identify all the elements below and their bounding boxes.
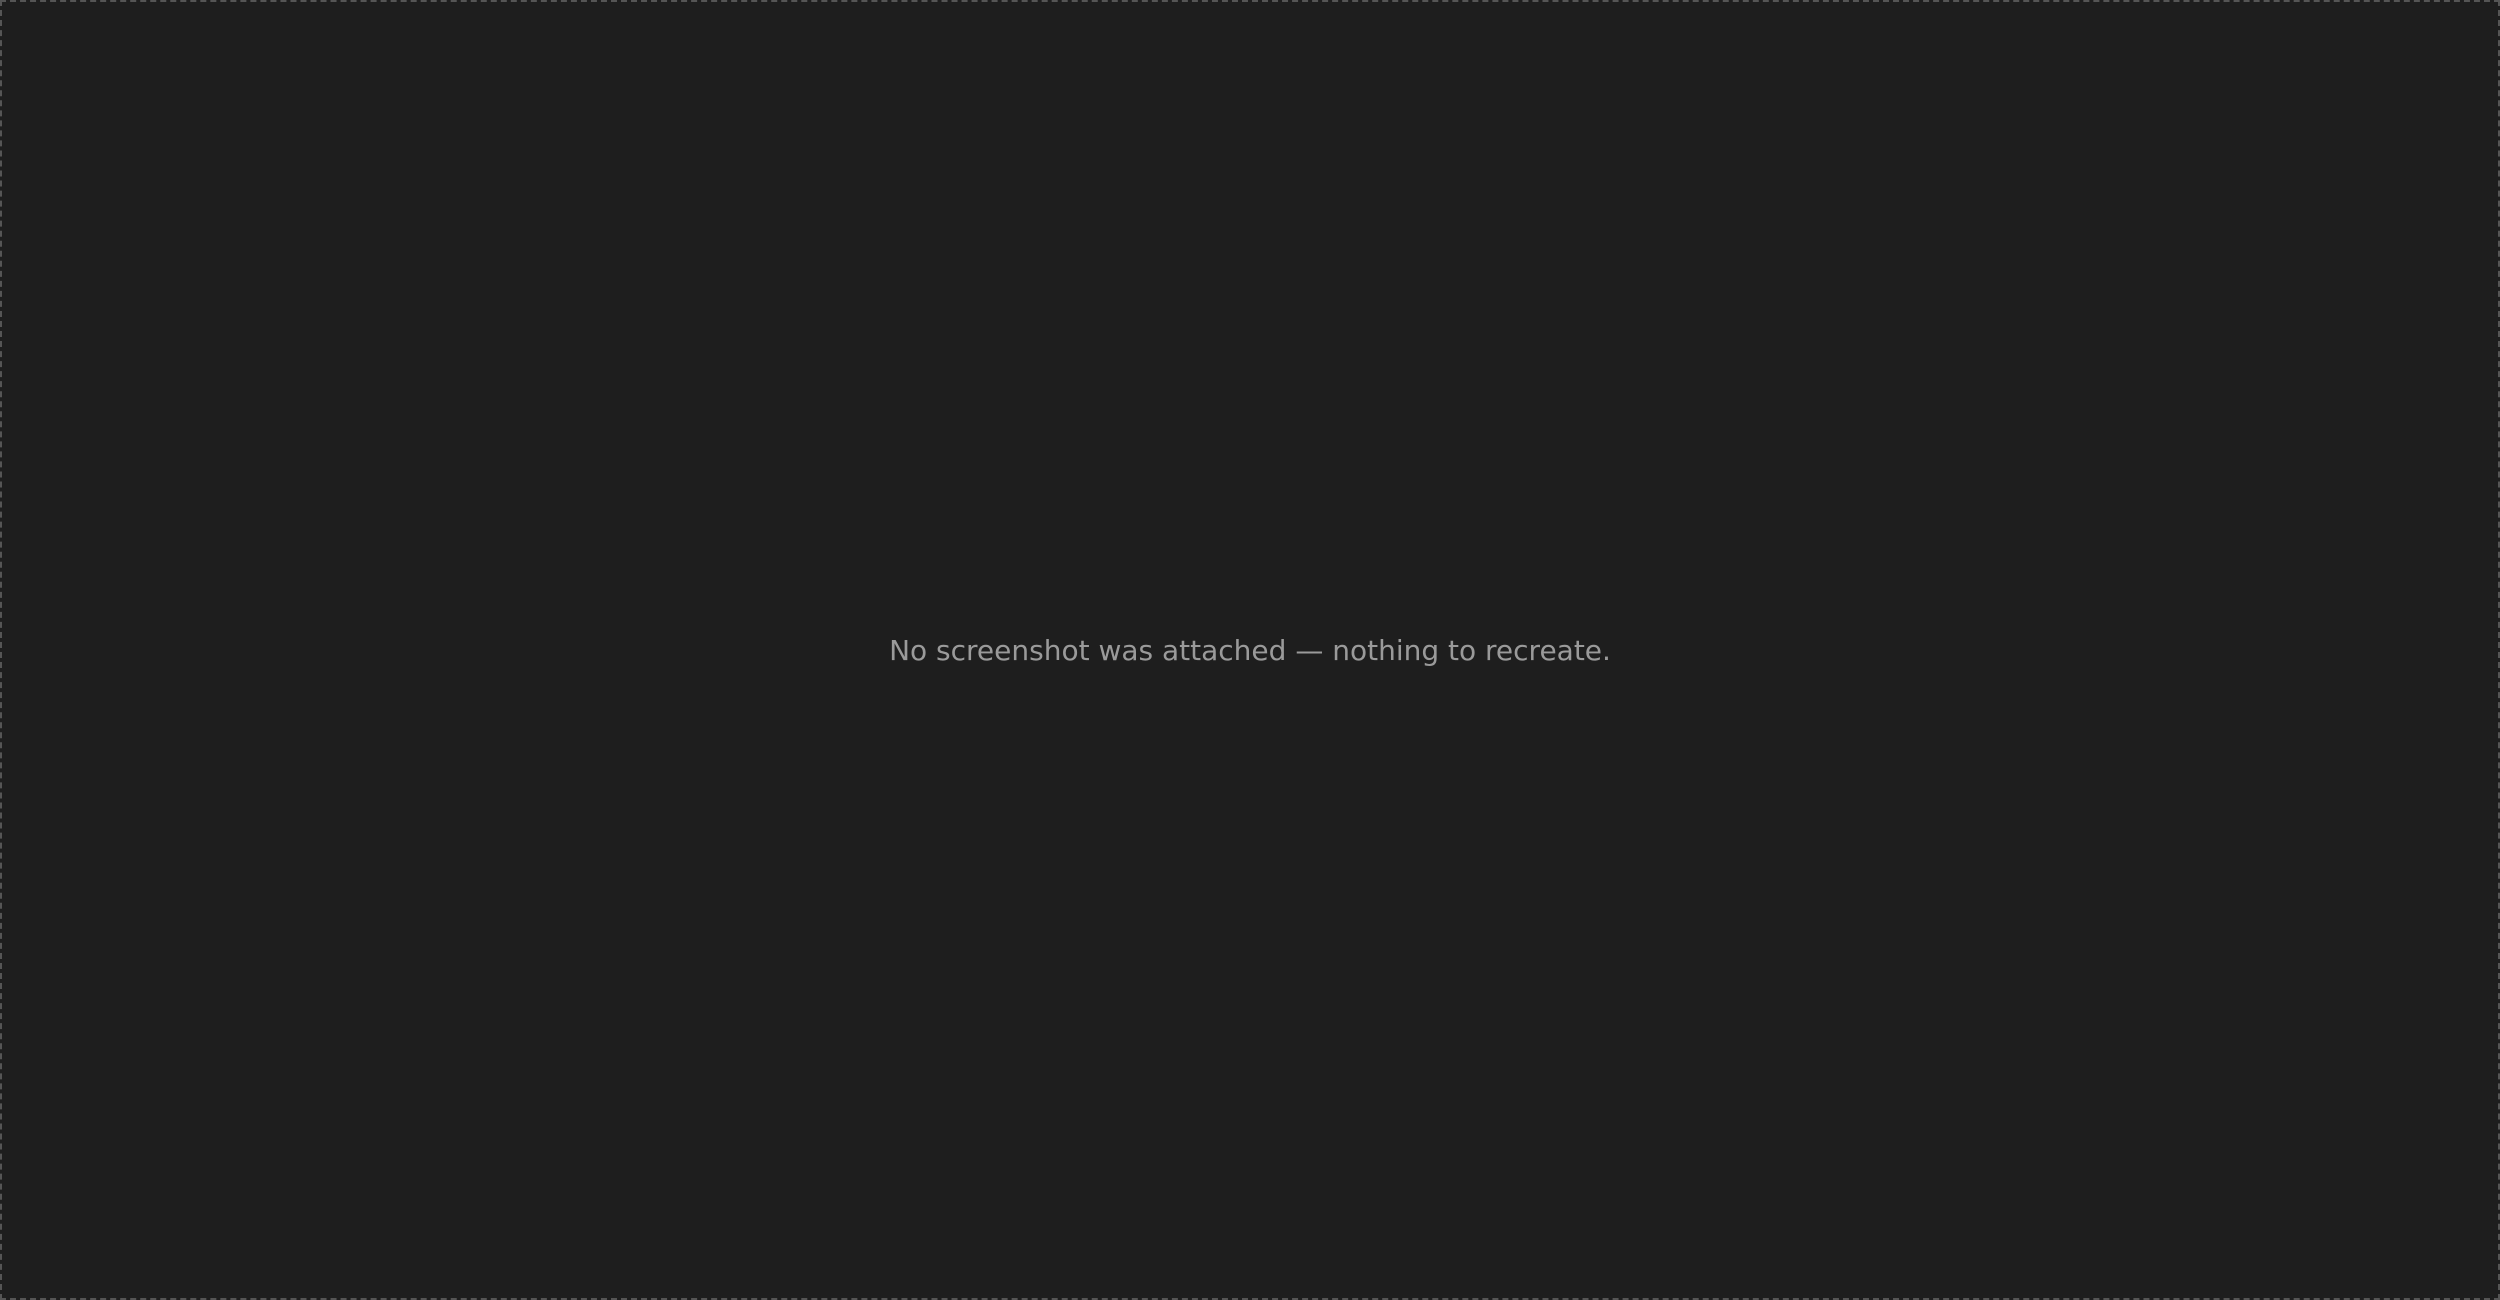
empty-frame: No screenshot was attached — nothing to …: [0, 0, 2500, 1300]
placeholder-note: No screenshot was attached — nothing to …: [889, 633, 1611, 667]
